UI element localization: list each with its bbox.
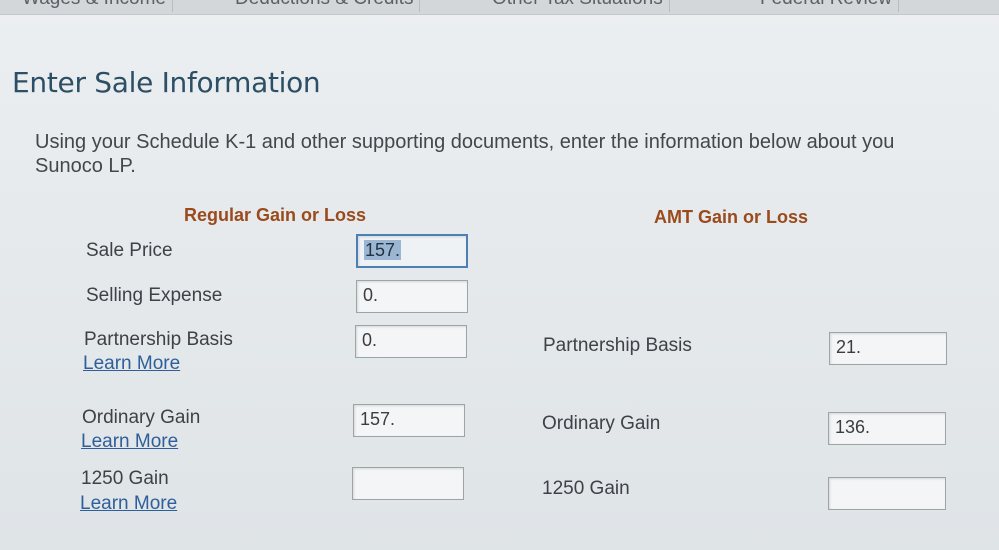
nav-tab-wages-income[interactable]: Wages & Income <box>22 0 173 12</box>
gain-1250-label: 1250 Gain <box>81 468 169 489</box>
gain-1250-learn-more-link[interactable]: Learn More <box>80 493 177 515</box>
sale-price-input[interactable]: 157. <box>356 234 468 268</box>
selling-expense-input[interactable]: 0. <box>356 280 468 313</box>
amt-partnership-basis-input[interactable]: 21. <box>829 332 947 365</box>
selling-expense-label: Selling Expense <box>86 285 223 306</box>
partnership-basis-learn-more-link[interactable]: Learn More <box>83 353 180 375</box>
sale-price-label: Sale Price <box>86 240 173 261</box>
intro-line-2: Sunoco LP. <box>35 155 136 177</box>
ordinary-gain-learn-more-link[interactable]: Learn More <box>81 431 178 453</box>
intro-line-1: Using your Schedule K-1 and other suppor… <box>35 131 895 153</box>
regular-gain-header: Regular Gain or Loss <box>184 205 367 225</box>
partnership-basis-label: Partnership Basis <box>84 329 233 350</box>
amt-partnership-basis-label: Partnership Basis <box>543 335 692 356</box>
amt-gain-1250-label: 1250 Gain <box>542 478 630 499</box>
gain-1250-input[interactable] <box>352 467 464 500</box>
top-navigation: Wages & Income Deductions & Credits Othe… <box>0 0 999 15</box>
nav-tab-federal-review[interactable]: Federal Review <box>760 0 899 12</box>
nav-tab-deductions-credits[interactable]: Deductions & Credits <box>235 0 421 12</box>
amt-gain-1250-input[interactable] <box>828 477 946 510</box>
amt-ordinary-gain-label: Ordinary Gain <box>542 413 661 434</box>
sale-price-value: 157. <box>364 240 402 260</box>
nav-tab-other-tax-situations[interactable]: Other Tax Situations <box>492 0 670 12</box>
amt-ordinary-gain-input[interactable]: 136. <box>828 412 946 445</box>
amt-gain-header: AMT Gain or Loss <box>654 207 809 227</box>
ordinary-gain-label: Ordinary Gain <box>82 407 201 428</box>
intro-text: Using your Schedule K-1 and other suppor… <box>35 130 999 178</box>
ordinary-gain-input[interactable]: 157. <box>353 404 465 437</box>
page-title: Enter Sale Information <box>12 66 321 99</box>
partnership-basis-input[interactable]: 0. <box>355 325 467 358</box>
